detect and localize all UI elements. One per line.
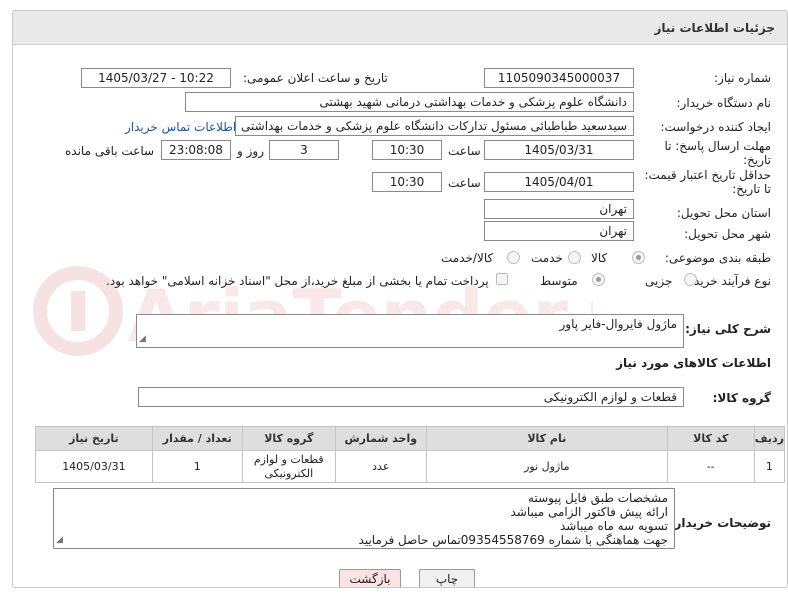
description-text: ماژول فایروال-فایر پاور: [559, 317, 678, 331]
announce-datetime-field: 1405/03/27 - 10:22: [81, 68, 231, 88]
buyer-notes-line: جهت هماهنگی با شماره 09354558769تماس حاص…: [358, 533, 668, 547]
purchase-type-radio-medium[interactable]: [592, 273, 605, 286]
purchase-type-minor-label: جزیی: [645, 274, 673, 288]
response-date-field: 1405/03/31: [484, 140, 634, 160]
purchase-type-radio-minor[interactable]: [684, 273, 697, 286]
cell-group: قطعات و لوازم الکترونیکی: [241, 450, 336, 483]
goods-group-label: گروه کالا:: [712, 391, 771, 405]
price-validity-time-field: 10:30: [372, 172, 442, 192]
purchase-type-medium-label: متوسط: [540, 274, 578, 288]
description-textarea[interactable]: ماژول فایروال-فایر پاور ◢: [136, 314, 684, 348]
category-radio-goods[interactable]: [632, 251, 645, 264]
back-button[interactable]: بازگشت: [339, 569, 401, 587]
cell-date: 1405/03/31: [35, 450, 153, 483]
buyer-org-label: نام دستگاه خریدار:: [676, 96, 772, 110]
treasury-payment-checkbox[interactable]: [496, 273, 508, 285]
delivery-city-label: شهر محل تحویل:: [684, 227, 771, 241]
category-radio-service[interactable]: [568, 251, 581, 264]
requester-label: ایجاد کننده درخواست:: [660, 120, 771, 134]
th-name: نام کالا: [425, 426, 668, 451]
category-label: طبقه بندی موضوعی:: [664, 251, 771, 265]
buyer-contact-link[interactable]: اطلاعات تماس خریدار: [125, 120, 236, 134]
th-code: کد کالا: [666, 426, 755, 451]
goods-group-field: قطعات و لوازم الکترونیکی: [138, 387, 684, 407]
buyer-notes-line: مشخصات طبق فایل پیوسته: [528, 491, 668, 505]
response-deadline-label: مهلت ارسال پاسخ: تا: [664, 139, 771, 153]
need-number-label: شماره نیاز:: [714, 71, 771, 85]
th-date: تاریخ نیاز: [35, 426, 153, 451]
resize-grip-icon[interactable]: ◢: [139, 332, 146, 346]
cell-code: --: [666, 450, 755, 483]
cell-name: ماژول نور: [425, 450, 668, 483]
need-details-panel: جزئیات اطلاعات نیاز AriaTender.neT شماره…: [12, 10, 788, 588]
category-goods-label: کالا: [591, 251, 608, 265]
th-qty: تعداد / مقدار: [151, 426, 243, 451]
delivery-province-field: تهران: [484, 199, 634, 219]
buyer-notes-line: تسویه سه ماه میباشد: [560, 519, 668, 533]
response-days-label: روز و: [237, 144, 264, 158]
remaining-time-label: ساعت باقی مانده: [65, 144, 155, 158]
table-row[interactable]: 1 -- ماژول نور عدد قطعات و لوازم الکترون…: [35, 450, 786, 483]
response-deadline-label-2: تاریخ:: [743, 153, 771, 167]
delivery-province-label: استان محل تحویل:: [676, 206, 771, 220]
announce-datetime-label: تاریخ و ساعت اعلان عمومی:: [243, 71, 388, 85]
cell-group-line2: الکترونیکی: [264, 466, 314, 480]
response-time-label: ساعت: [448, 144, 481, 158]
resize-grip-icon[interactable]: ◢: [56, 533, 63, 547]
price-validity-date-field: 1405/04/01: [484, 172, 634, 192]
th-group: گروه کالا: [241, 426, 336, 451]
watermark-ring-icon: [33, 266, 123, 356]
description-label: شرح کلی نیاز:: [685, 322, 771, 336]
panel-title: جزئیات اطلاعات نیاز: [654, 21, 775, 35]
price-validity-label: حداقل تاریخ اعتبار قیمت:: [644, 168, 771, 182]
response-time-field: 10:30: [372, 140, 442, 160]
treasury-payment-note: پرداخت تمام یا بخشی از مبلغ خرید،از محل …: [106, 274, 489, 288]
price-validity-time-label: ساعت: [448, 176, 481, 190]
goods-info-title: اطلاعات کالاهای مورد نیاز: [616, 356, 771, 370]
need-number-field: 1105090345000037: [484, 68, 634, 88]
print-button[interactable]: چاپ: [419, 569, 475, 587]
delivery-city-field: تهران: [484, 221, 634, 241]
buyer-org-field: دانشگاه علوم پزشکی و خدمات بهداشتی درمان…: [185, 92, 634, 112]
cell-row: 1: [753, 450, 786, 483]
price-validity-label-2: تا تاریخ:: [732, 182, 771, 196]
category-goods-service-label: کالا/خدمت: [441, 251, 494, 265]
table-header-row: ردیف کد کالا نام کالا واحد شمارش گروه کا…: [35, 426, 786, 451]
th-row: ردیف: [753, 426, 786, 451]
category-service-label: خدمت: [531, 251, 563, 265]
items-table: ردیف کد کالا نام کالا واحد شمارش گروه کا…: [35, 426, 786, 483]
buyer-notes-line: ارائه پیش فاکتور الزامی میباشد: [510, 505, 668, 519]
cell-group-line1: قطعات و لوازم: [253, 452, 324, 466]
buyer-notes-textarea[interactable]: مشخصات طبق فایل پیوسته ارائه پیش فاکتور …: [53, 488, 675, 549]
category-radio-goods-service[interactable]: [507, 251, 520, 264]
th-unit: واحد شمارش: [334, 426, 427, 451]
requester-field: سیدسعید طباطبائی مسئول تدارکات دانشگاه ع…: [235, 116, 634, 136]
remaining-time-field: 23:08:08: [161, 140, 231, 160]
cell-unit: عدد: [334, 450, 427, 483]
cell-qty: 1: [151, 450, 243, 483]
response-days-field: 3: [269, 140, 339, 160]
purchase-type-label: نوع فرآیند خرید :: [686, 274, 771, 288]
buyer-notes-label: توضیحات خریدار:: [669, 516, 771, 530]
